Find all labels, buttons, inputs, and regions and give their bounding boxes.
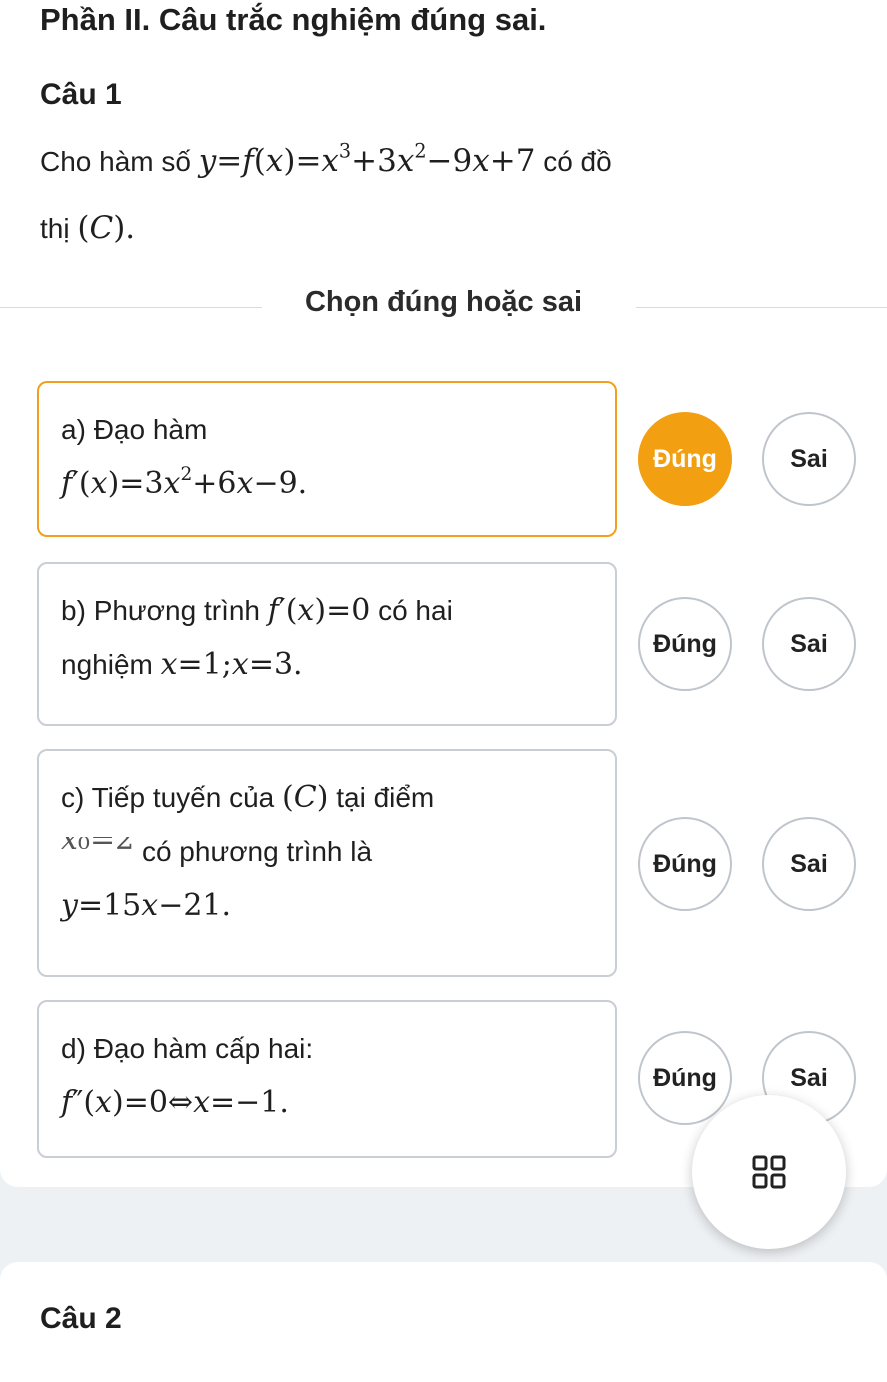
option-d-label: d) [61, 1033, 86, 1064]
option-d-text: Đạo hàm cấp hai: [93, 1033, 314, 1064]
option-a-math: f′(x)=3x2+6x−9. [61, 463, 308, 501]
option-a-text: Đạo hàm [93, 414, 208, 445]
option-b-text-line2: nghiệm [61, 649, 153, 680]
divider-line-right [636, 307, 887, 308]
option-b-text: Phương trình [93, 595, 260, 626]
option-d[interactable]: d) Đạo hàm cấp hai: f″(x)=0⇔x=−1. [37, 1000, 617, 1158]
question-grid-button[interactable] [692, 1095, 846, 1249]
option-c-text-after: tại điểm [336, 782, 435, 813]
option-a-true-button[interactable]: Đúng [638, 412, 732, 506]
divider-label: Chọn đúng hoặc sai [304, 286, 583, 318]
option-b-label: b) [61, 595, 86, 626]
option-a[interactable]: a) Đạo hàm f′(x)=3x2+6x−9. [37, 381, 617, 537]
grid-icon [752, 1155, 786, 1189]
option-c[interactable]: c) Tiếp tuyến của (C) tại điểm x₀=2 có p… [37, 749, 617, 977]
option-c-false-button[interactable]: Sai [762, 817, 856, 911]
option-c-math-inline: (C) [282, 780, 329, 815]
option-b-text-after: có hai [378, 595, 453, 626]
option-c-math-cut: x₀=2 [61, 837, 135, 857]
option-c-label: c) [61, 782, 85, 813]
option-c-true-button[interactable]: Đúng [638, 817, 732, 911]
stem-function: y=f(x)=x3+3x2−9x+7 [198, 139, 536, 179]
option-a-label: a) [61, 414, 86, 445]
option-d-true-button[interactable]: Đúng [638, 1031, 732, 1125]
option-c-math-line3: y=15x−21. [61, 888, 232, 923]
option-d-math: f″(x)=0⇔x=−1. [61, 1085, 289, 1120]
option-b-false-button[interactable]: Sai [762, 597, 856, 691]
question-card-2: Câu 2 [0, 1262, 887, 1382]
option-b-math-line2: x=1;x=3. [160, 647, 303, 682]
stem-curve-name: (C). [77, 210, 136, 246]
question-2-title: Câu 2 [40, 1302, 122, 1335]
option-c-text-line2: có phương trình là [141, 836, 373, 867]
stem-prefix: Cho hàm số [40, 146, 191, 177]
option-a-false-button[interactable]: Sai [762, 412, 856, 506]
option-c-text: Tiếp tuyến của [91, 782, 275, 813]
question-card-1: Phần II. Câu trắc nghiệm đúng sai. Câu 1… [0, 0, 887, 1187]
section-title: Phần II. Câu trắc nghiệm đúng sai. [40, 2, 547, 37]
option-b-math-inline: f′(x)=0 [267, 593, 371, 628]
choose-divider: Chọn đúng hoặc sai [0, 286, 887, 326]
stem-line2-prefix: thị [40, 213, 70, 244]
question-title: Câu 1 [40, 78, 122, 111]
option-b-true-button[interactable]: Đúng [638, 597, 732, 691]
option-b[interactable]: b) Phương trình f′(x)=0 có hai nghiệm x=… [37, 562, 617, 726]
question-stem: Cho hàm số y=f(x)=x3+3x2−9x+7 có đồ thị … [40, 128, 860, 262]
stem-suffix: có đồ [543, 146, 612, 177]
